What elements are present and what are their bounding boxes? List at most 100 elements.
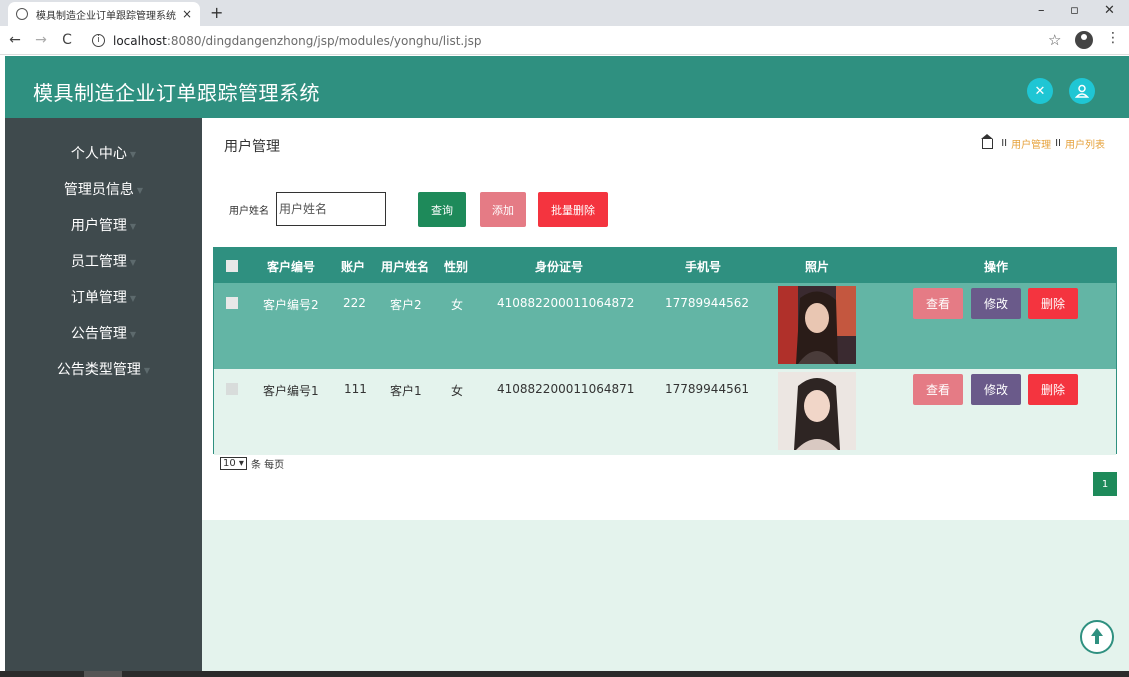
row-checkbox[interactable]	[226, 383, 238, 395]
column-header: 照片	[805, 260, 830, 274]
view-button[interactable]: 查看	[913, 374, 963, 405]
sidebar-item-notice-types[interactable]: 公告类型管理 ▼	[5, 359, 202, 379]
sidebar-item-admin[interactable]: 管理员信息 ▼	[5, 179, 202, 199]
breadcrumb: II 用户管理 II 用户列表	[981, 133, 1105, 151]
user-photo	[778, 372, 856, 450]
sidebar-item-orders[interactable]: 订单管理 ▼	[5, 287, 202, 307]
main-content: 用户管理 II 用户管理 II 用户列表 用户姓名 查询 添加 批量删除 客户编…	[202, 118, 1129, 671]
sidebar-item-label: 公告类型管理	[56, 362, 141, 378]
add-button[interactable]: 添加	[480, 192, 526, 227]
tab-title: 模具制造企业订单跟踪管理系统	[36, 10, 176, 22]
sidebar-item-label: 订单管理	[70, 290, 127, 306]
page-size-control: 10 ▾ 条 每页	[220, 456, 284, 471]
breadcrumb-item[interactable]: 用户管理	[1011, 136, 1051, 151]
os-taskbar	[0, 671, 1129, 677]
breadcrumb-separator: II	[1055, 138, 1061, 149]
maximize-button[interactable]: ▫	[1070, 3, 1079, 18]
column-header: 身份证号	[535, 260, 584, 274]
breadcrumb-separator: II	[1001, 138, 1008, 149]
caret-down-icon: ▼	[129, 329, 137, 339]
cell-account: 222	[343, 296, 366, 310]
page-title: 用户管理	[224, 139, 280, 155]
shield-icon	[16, 8, 28, 20]
sidebar-item-label: 管理员信息	[63, 182, 134, 198]
caret-down-icon: ▼	[129, 149, 137, 159]
fullscreen-icon[interactable]: ✕	[1027, 78, 1053, 104]
reload-icon[interactable]: C	[56, 32, 78, 48]
search-input[interactable]	[276, 192, 386, 226]
sidebar-item-users[interactable]: 用户管理 ▼	[5, 215, 202, 235]
bookmark-star-icon[interactable]: ☆	[1048, 31, 1061, 49]
home-icon[interactable]	[981, 133, 994, 149]
edit-button[interactable]: 修改	[971, 374, 1021, 405]
profile-icon[interactable]	[1075, 31, 1093, 49]
view-button[interactable]: 查看	[913, 288, 963, 319]
column-header: 性别	[444, 260, 469, 274]
caret-down-icon: ▼	[129, 221, 137, 231]
cell-id-card: 410882200011064871	[497, 382, 635, 396]
sidebar-item-staff[interactable]: 员工管理 ▼	[5, 251, 202, 271]
edit-button[interactable]: 修改	[971, 288, 1021, 319]
column-header: 客户编号	[267, 260, 316, 274]
column-header: 手机号	[685, 260, 722, 274]
caret-down-icon: ▼	[143, 365, 151, 375]
page-size-label: 条 每页	[250, 460, 285, 471]
info-icon[interactable]: i	[92, 34, 105, 47]
taskbar-item[interactable]	[84, 671, 122, 677]
column-header: 账户	[341, 260, 366, 274]
browser-tab[interactable]: 模具制造企业订单跟踪管理系统 ×	[8, 2, 200, 26]
delete-button[interactable]: 删除	[1028, 288, 1078, 319]
column-header: 用户姓名	[381, 260, 430, 274]
cell-name: 客户1	[390, 384, 422, 398]
sidebar-item-label: 员工管理	[70, 254, 127, 270]
cell-phone: 17789944561	[665, 382, 749, 396]
cell-id-card: 410882200011064872	[497, 296, 635, 310]
search-label: 用户姓名	[229, 206, 269, 217]
user-photo	[778, 286, 856, 364]
minimize-button[interactable]: –	[1038, 3, 1045, 18]
cell-gender: 女	[451, 384, 464, 398]
url-path: :8080/dingdangenzhong/jsp/modules/yonghu…	[166, 33, 482, 48]
page-size-select[interactable]: 10 ▾	[220, 457, 247, 470]
row-checkbox[interactable]	[226, 297, 238, 309]
page-size-value: 10	[223, 458, 236, 469]
back-to-top-icon[interactable]	[1080, 620, 1114, 654]
sidebar: 个人中心 ▼ 管理员信息 ▼ 用户管理 ▼ 员工管理 ▼ 订单管理 ▼ 公告管理 ▼ 公告类…	[5, 118, 202, 671]
new-tab-button[interactable]: +	[210, 3, 223, 22]
cell-phone: 17789944562	[665, 296, 749, 310]
sidebar-item-label: 个人中心	[70, 146, 127, 162]
cell-name: 客户2	[390, 298, 422, 312]
table-header: 客户编号 账户 用户姓名 性别 身份证号 手机号 照片 操作	[214, 248, 1116, 283]
cell-customer-no: 客户编号1	[263, 384, 319, 398]
caret-down-icon: ▼	[129, 293, 137, 303]
table-row[interactable]: 客户编号1 111 客户1 女 410882200011064871 17789…	[214, 369, 1116, 455]
cell-customer-no: 客户编号2	[263, 298, 319, 312]
close-tab-icon[interactable]: ×	[182, 7, 192, 21]
chevron-down-icon: ▾	[238, 458, 244, 469]
table-row[interactable]: 客户编号2 222 客户2 女 410882200011064872 17789…	[214, 283, 1116, 369]
browser-tabbar: 模具制造企业订单跟踪管理系统 × + – ▫ ✕	[0, 0, 1129, 26]
query-button[interactable]: 查询	[418, 192, 466, 227]
menu-dots-icon[interactable]: ⋮	[1106, 30, 1120, 46]
app-title: 模具制造企业订单跟踪管理系统	[33, 81, 320, 105]
sidebar-item-profile[interactable]: 个人中心 ▼	[5, 143, 202, 163]
close-window-button[interactable]: ✕	[1104, 3, 1115, 18]
back-arrow-icon[interactable]: ←	[4, 32, 26, 48]
cell-gender: 女	[451, 298, 464, 312]
browser-addressbar: ← → C i localhost:8080/dingdangenzhong/j…	[0, 26, 1129, 55]
url-field[interactable]: i localhost:8080/dingdangenzhong/jsp/mod…	[92, 30, 1062, 51]
caret-down-icon: ▼	[129, 257, 137, 267]
forward-arrow-icon[interactable]: →	[30, 32, 52, 48]
sidebar-item-notices[interactable]: 公告管理 ▼	[5, 323, 202, 343]
column-header: 操作	[984, 260, 1009, 274]
batch-delete-button[interactable]: 批量删除	[538, 192, 608, 227]
content-panel: 用户管理 II 用户管理 II 用户列表 用户姓名 查询 添加 批量删除 客户编…	[202, 118, 1129, 520]
caret-down-icon: ▼	[136, 185, 144, 195]
user-icon[interactable]	[1069, 78, 1095, 104]
delete-button[interactable]: 删除	[1028, 374, 1078, 405]
select-all-checkbox[interactable]	[226, 260, 238, 272]
page-number-button[interactable]: 1	[1093, 472, 1117, 496]
cell-account: 111	[344, 382, 367, 396]
sidebar-item-label: 公告管理	[70, 326, 127, 342]
app-header: 模具制造企业订单跟踪管理系统 ✕	[5, 56, 1129, 118]
